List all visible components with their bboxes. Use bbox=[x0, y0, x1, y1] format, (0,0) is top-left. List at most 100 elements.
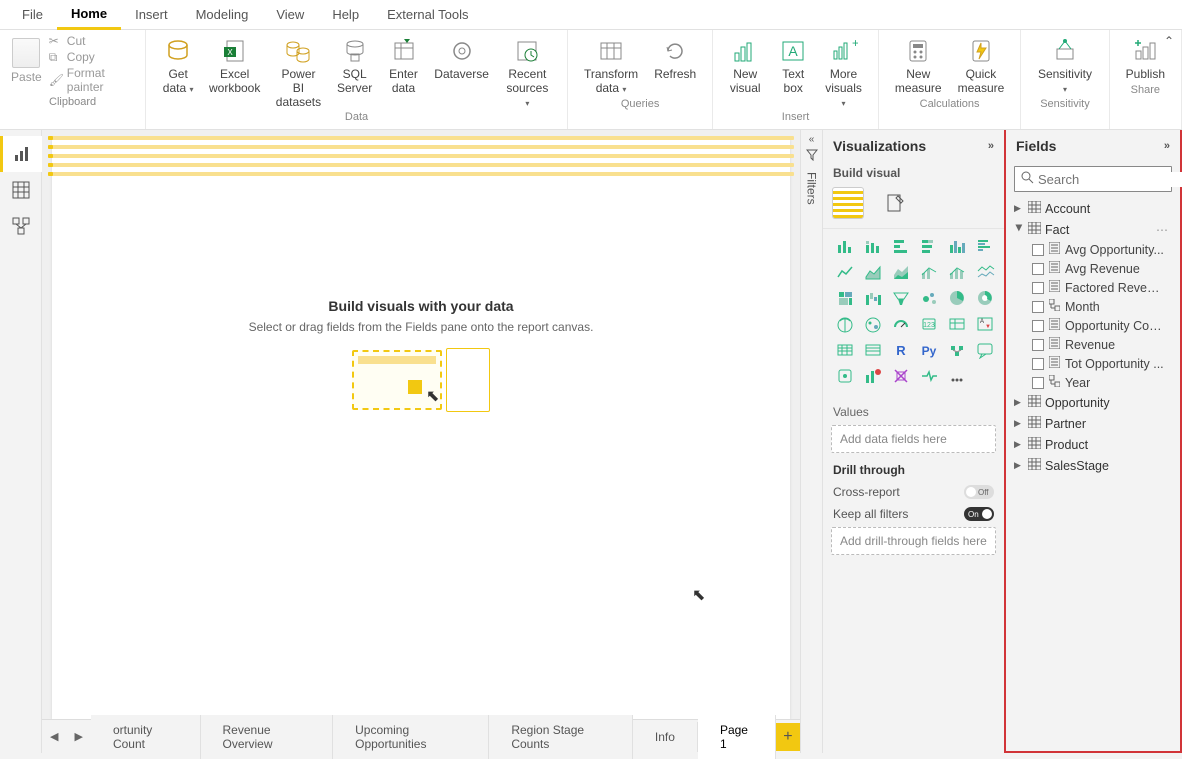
visual-type-8[interactable] bbox=[889, 261, 913, 283]
values-field-well[interactable]: Add data fields here bbox=[831, 425, 996, 453]
visual-type-0[interactable] bbox=[833, 235, 857, 257]
visual-type-27[interactable]: Py bbox=[917, 339, 941, 361]
sensitivity-button[interactable]: Sensitivity ▾ bbox=[1029, 34, 1100, 96]
menu-view[interactable]: View bbox=[262, 1, 318, 28]
paste-button[interactable]: Paste bbox=[11, 68, 42, 84]
more-visuals-button[interactable]: +Morevisuals ▾ bbox=[817, 34, 870, 109]
drill-through-field-well[interactable]: Add drill-through fields here bbox=[831, 527, 996, 555]
field-item[interactable]: Factored Revenue bbox=[1010, 278, 1176, 297]
field-checkbox[interactable] bbox=[1032, 282, 1044, 294]
visual-type-11[interactable] bbox=[973, 261, 997, 283]
visual-type-28[interactable] bbox=[945, 339, 969, 361]
table-product[interactable]: ▶Product bbox=[1010, 434, 1176, 455]
field-checkbox[interactable] bbox=[1032, 377, 1044, 389]
visual-type-14[interactable] bbox=[889, 287, 913, 309]
more-icon[interactable]: ⋯ bbox=[1156, 223, 1172, 237]
visual-type-34[interactable] bbox=[945, 365, 969, 387]
visual-type-7[interactable] bbox=[861, 261, 885, 283]
format-visual-tab[interactable] bbox=[881, 188, 911, 218]
menu-modeling[interactable]: Modeling bbox=[182, 1, 263, 28]
visual-type-16[interactable] bbox=[945, 287, 969, 309]
sql-server-button[interactable]: SQLServer bbox=[330, 34, 380, 96]
visual-type-10[interactable] bbox=[945, 261, 969, 283]
menu-help[interactable]: Help bbox=[318, 1, 373, 28]
visual-type-2[interactable] bbox=[889, 235, 913, 257]
field-item[interactable]: Year bbox=[1010, 373, 1176, 392]
field-item[interactable]: Tot Opportunity ... bbox=[1010, 354, 1176, 373]
new-measure-button[interactable]: Newmeasure bbox=[887, 34, 950, 96]
collapse-ribbon-icon[interactable]: ⌃ bbox=[1164, 34, 1174, 48]
visual-type-30[interactable] bbox=[833, 365, 857, 387]
enter-data-button[interactable]: Enterdata bbox=[380, 34, 428, 96]
copy-button[interactable]: ⧉Copy bbox=[49, 50, 137, 64]
visual-type-32[interactable] bbox=[889, 365, 913, 387]
table-account[interactable]: ▶Account bbox=[1010, 198, 1176, 219]
field-checkbox[interactable] bbox=[1032, 301, 1044, 313]
transform-button[interactable]: Transformdata ▾ bbox=[576, 34, 646, 96]
visual-type-18[interactable] bbox=[833, 313, 857, 335]
visual-type-20[interactable] bbox=[889, 313, 913, 335]
field-checkbox[interactable] bbox=[1032, 320, 1044, 332]
visual-type-12[interactable] bbox=[833, 287, 857, 309]
visual-type-26[interactable]: R bbox=[889, 339, 913, 361]
visual-type-31[interactable] bbox=[861, 365, 885, 387]
data-view-button[interactable] bbox=[0, 172, 42, 208]
menu-file[interactable]: File bbox=[8, 1, 57, 28]
model-view-button[interactable] bbox=[0, 208, 42, 244]
field-item[interactable]: Revenue bbox=[1010, 335, 1176, 354]
new-visual-button[interactable]: Newvisual bbox=[721, 34, 769, 96]
dataverse-button[interactable]: Dataverse bbox=[428, 34, 496, 82]
visual-type-6[interactable] bbox=[833, 261, 857, 283]
visual-type-9[interactable] bbox=[917, 261, 941, 283]
menu-external-tools[interactable]: External Tools bbox=[373, 1, 482, 28]
visual-type-29[interactable] bbox=[973, 339, 997, 361]
fields-search-input[interactable] bbox=[1038, 172, 1182, 187]
report-canvas[interactable]: Build visuals with your data Select or d… bbox=[52, 138, 790, 719]
table-fact[interactable]: ▶Fact⋯ bbox=[1010, 219, 1176, 240]
fields-search[interactable] bbox=[1014, 166, 1172, 192]
visual-type-21[interactable]: 123 bbox=[917, 313, 941, 335]
visual-type-33[interactable] bbox=[917, 365, 941, 387]
build-visual-tab[interactable] bbox=[833, 188, 863, 218]
collapse-fields-icon[interactable]: » bbox=[1164, 140, 1170, 152]
field-item[interactable]: Avg Opportunity... bbox=[1010, 240, 1176, 259]
visual-type-1[interactable] bbox=[861, 235, 885, 257]
visual-type-13[interactable] bbox=[861, 287, 885, 309]
visual-type-24[interactable] bbox=[833, 339, 857, 361]
field-checkbox[interactable] bbox=[1032, 339, 1044, 351]
visual-type-3[interactable] bbox=[917, 235, 941, 257]
expand-filters-icon[interactable]: « bbox=[809, 134, 815, 145]
refresh-button[interactable]: Refresh bbox=[646, 34, 704, 82]
filters-pane-collapsed[interactable]: « Filters bbox=[800, 130, 822, 753]
recent-sources-button[interactable]: Recentsources ▾ bbox=[496, 34, 559, 109]
table-opportunity[interactable]: ▶Opportunity bbox=[1010, 392, 1176, 413]
visual-type-19[interactable] bbox=[861, 313, 885, 335]
visual-type-23[interactable]: A▼ bbox=[973, 313, 997, 335]
collapse-visualizations-icon[interactable]: » bbox=[988, 140, 994, 152]
keep-filters-toggle[interactable]: On bbox=[964, 507, 994, 521]
field-item[interactable]: Month bbox=[1010, 297, 1176, 316]
visual-type-17[interactable] bbox=[973, 287, 997, 309]
cross-report-toggle[interactable]: Off bbox=[964, 485, 994, 499]
quick-measure-button[interactable]: Quickmeasure bbox=[950, 34, 1013, 96]
format-painter-button[interactable]: 🖌Format painter bbox=[49, 66, 137, 94]
cut-button[interactable]: ✂Cut bbox=[49, 34, 137, 48]
table-salesstage[interactable]: ▶SalesStage bbox=[1010, 455, 1176, 476]
field-checkbox[interactable] bbox=[1032, 244, 1044, 256]
report-view-button[interactable] bbox=[0, 136, 42, 172]
field-item[interactable]: Avg Revenue bbox=[1010, 259, 1176, 278]
field-checkbox[interactable] bbox=[1032, 358, 1044, 370]
table-partner[interactable]: ▶Partner bbox=[1010, 413, 1176, 434]
menu-insert[interactable]: Insert bbox=[121, 1, 182, 28]
text-box-button[interactable]: ATextbox bbox=[769, 34, 817, 96]
field-item[interactable]: Opportunity Cou... bbox=[1010, 316, 1176, 335]
visual-type-4[interactable] bbox=[945, 235, 969, 257]
visual-type-22[interactable] bbox=[945, 313, 969, 335]
field-checkbox[interactable] bbox=[1032, 263, 1044, 275]
get-data-button[interactable]: Getdata ▾ bbox=[154, 34, 202, 96]
visual-type-25[interactable] bbox=[861, 339, 885, 361]
menu-home[interactable]: Home bbox=[57, 0, 121, 30]
visual-type-5[interactable] bbox=[973, 235, 997, 257]
pbi-datasets-button[interactable]: Power BIdatasets bbox=[267, 34, 330, 109]
excel-button[interactable]: XExcelworkbook bbox=[202, 34, 267, 96]
